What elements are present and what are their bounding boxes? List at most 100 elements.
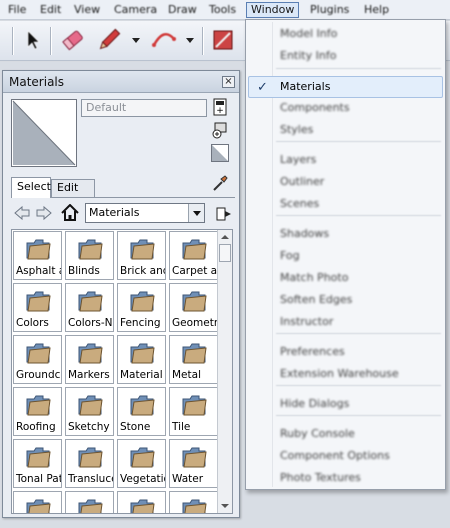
folder-icon bbox=[25, 394, 51, 416]
menu-item-materials[interactable]: Materials bbox=[280, 77, 330, 97]
menu-item-model-info[interactable]: Model Info bbox=[280, 24, 337, 44]
menu-edit[interactable]: Edit bbox=[38, 2, 63, 18]
material-library-label: Blinds bbox=[68, 265, 100, 277]
material-library-item[interactable]: Colors bbox=[13, 283, 62, 332]
folder-icon bbox=[181, 238, 207, 260]
menu-window[interactable]: Window bbox=[246, 2, 300, 18]
menu-item-instructor[interactable]: Instructor bbox=[280, 312, 333, 332]
menu-help[interactable]: Help bbox=[362, 2, 391, 18]
menu-item-scenes[interactable]: Scenes bbox=[280, 194, 319, 214]
menu-plugins[interactable]: Plugins bbox=[308, 2, 351, 18]
material-library-label: Colors-Named bbox=[68, 317, 113, 329]
add-material-to-model-icon[interactable] bbox=[211, 121, 229, 139]
material-library-item[interactable]: Tile bbox=[169, 387, 218, 436]
material-library-item[interactable]: Geometric bbox=[169, 283, 218, 332]
menu-item-components[interactable]: Components bbox=[280, 98, 350, 118]
material-library-item[interactable]: Water bbox=[169, 439, 218, 488]
scroll-thumb[interactable] bbox=[219, 244, 231, 262]
chevron-down-icon[interactable] bbox=[188, 204, 204, 222]
menu-view[interactable]: View bbox=[72, 2, 102, 18]
menu-item-soften-edges[interactable]: Soften Edges bbox=[280, 290, 352, 310]
material-library-item[interactable]: Brick and Cl bbox=[117, 231, 166, 280]
menu-separator bbox=[276, 385, 441, 386]
menu-camera[interactable]: Camera bbox=[112, 2, 159, 18]
menu-item-ruby-console[interactable]: Ruby Console bbox=[280, 424, 355, 444]
scroll-down-icon[interactable] bbox=[218, 500, 232, 512]
materials-title-bar[interactable]: Materials × bbox=[3, 71, 239, 93]
material-library-item[interactable]: Roofing bbox=[13, 387, 62, 436]
material-library-item[interactable]: Fencing bbox=[117, 283, 166, 332]
material-library-item[interactable]: Sketchy bbox=[65, 387, 114, 436]
material-library-item[interactable]: Carpet and bbox=[169, 231, 218, 280]
menu-item-extension-warehouse[interactable]: Extension Warehouse bbox=[280, 364, 399, 384]
tab-edit[interactable]: Edit bbox=[51, 179, 95, 197]
material-library-item[interactable]: Vegetation bbox=[117, 439, 166, 488]
menu-item-component-options[interactable]: Component Options bbox=[280, 446, 390, 466]
home-icon[interactable] bbox=[61, 203, 79, 225]
arc-icon[interactable] bbox=[150, 27, 176, 53]
material-library-item[interactable]: Translucent bbox=[65, 439, 114, 488]
default-material-swatch-icon[interactable] bbox=[211, 144, 229, 162]
toolbar-separator bbox=[50, 27, 51, 55]
check-icon: ✓ bbox=[257, 80, 268, 95]
material-library-item[interactable] bbox=[13, 491, 62, 513]
material-library-item[interactable]: Metal bbox=[169, 335, 218, 384]
material-library-item[interactable]: Colors-Named bbox=[65, 283, 114, 332]
create-material-icon[interactable]: + bbox=[211, 98, 229, 116]
library-select[interactable]: Materials bbox=[85, 203, 205, 223]
folder-icon bbox=[25, 446, 51, 468]
menu-item-materials-highlight[interactable]: ✓ bbox=[248, 76, 443, 98]
menu-item-entity-info[interactable]: Entity Info bbox=[280, 46, 336, 66]
material-library-grid: Asphalt and Blinds Brick and Cl Carpet and C… bbox=[11, 229, 233, 514]
material-library-item[interactable]: Stone bbox=[117, 387, 166, 436]
eraser-icon[interactable] bbox=[60, 27, 86, 53]
folder-icon bbox=[129, 498, 155, 513]
menu-item-preferences[interactable]: Preferences bbox=[280, 342, 345, 362]
material-library-item[interactable] bbox=[117, 491, 166, 513]
menu-item-shadows[interactable]: Shadows bbox=[280, 224, 329, 244]
menu-item-photo-textures[interactable]: Photo Textures bbox=[280, 468, 361, 488]
pencil-icon[interactable] bbox=[96, 27, 122, 53]
material-library-label: Markers bbox=[68, 369, 110, 381]
menu-file[interactable]: File bbox=[6, 2, 28, 18]
details-arrow-icon[interactable] bbox=[215, 205, 233, 226]
back-arrow-icon[interactable] bbox=[13, 205, 31, 224]
folder-icon bbox=[181, 498, 207, 513]
material-library-item[interactable]: Blinds bbox=[65, 231, 114, 280]
material-library-label: Tile bbox=[172, 421, 191, 433]
scroll-up-icon[interactable] bbox=[218, 231, 232, 243]
material-library-item[interactable] bbox=[169, 491, 218, 513]
forward-arrow-icon[interactable] bbox=[35, 205, 53, 224]
tab-select[interactable]: Select bbox=[11, 177, 51, 198]
menu-tools[interactable]: Tools bbox=[207, 2, 238, 18]
menu-item-layers[interactable]: Layers bbox=[280, 150, 316, 170]
material-library-item[interactable]: Tonal Patt bbox=[13, 439, 62, 488]
folder-icon bbox=[181, 290, 207, 312]
material-library-label: Roofing bbox=[16, 421, 56, 433]
material-library-item[interactable]: Material Sa bbox=[117, 335, 166, 384]
close-icon[interactable]: × bbox=[222, 76, 235, 88]
material-library-label: Sketchy bbox=[68, 421, 110, 433]
menu-item-fog[interactable]: Fog bbox=[280, 246, 300, 266]
menu-item-match-photo[interactable]: Match Photo bbox=[280, 268, 348, 288]
material-name-field[interactable]: Default bbox=[81, 99, 207, 117]
material-library-item[interactable]: Markers bbox=[65, 335, 114, 384]
material-library-item[interactable]: Groundcover bbox=[13, 335, 62, 384]
eyedropper-icon[interactable] bbox=[211, 174, 229, 192]
paint-bucket-icon[interactable] bbox=[210, 27, 236, 53]
folder-icon bbox=[25, 238, 51, 260]
pencil-dropdown-icon[interactable] bbox=[132, 38, 140, 43]
arc-dropdown-icon[interactable] bbox=[186, 38, 194, 43]
menu-draw[interactable]: Draw bbox=[166, 2, 199, 18]
grid-scrollbar[interactable] bbox=[217, 230, 232, 513]
material-preview bbox=[11, 99, 77, 167]
toolbar-separator bbox=[12, 27, 13, 55]
menu-item-styles[interactable]: Styles bbox=[280, 120, 313, 140]
menu-item-hide-dialogs[interactable]: Hide Dialogs bbox=[280, 394, 349, 414]
folder-icon bbox=[129, 446, 155, 468]
material-library-label: Groundcover bbox=[16, 369, 61, 381]
material-library-item[interactable]: Asphalt and bbox=[13, 231, 62, 280]
select-arrow-icon[interactable] bbox=[20, 27, 46, 53]
menu-item-outliner[interactable]: Outliner bbox=[280, 172, 324, 192]
material-library-item[interactable] bbox=[65, 491, 114, 513]
